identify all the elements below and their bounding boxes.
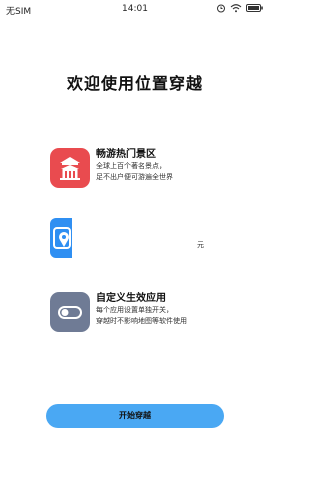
wifi-icon <box>230 3 242 16</box>
feature-custom-apps: 自定义生效应用 每个应用设置单独开关， 穿越时不影响地图等软件使用 <box>50 292 265 332</box>
page-title: 欢迎使用位置穿越 <box>66 74 203 93</box>
palace-icon <box>50 148 90 188</box>
location-pin-icon <box>50 218 72 258</box>
feature-desc-line: 足不出户便可游遍全世界 <box>96 173 173 181</box>
feature-location: 元 <box>50 218 265 258</box>
feature-title: 畅游热门景区 <box>96 149 156 160</box>
alarm-icon <box>216 3 226 16</box>
feature-title: 自定义生效应用 <box>96 293 166 304</box>
feature-desc-line: 全球上百个著名景点， <box>96 162 166 170</box>
feature-desc-line: 每个应用设置单独开关， <box>96 306 173 314</box>
feature-popular-sights: 畅游热门景区 全球上百个著名景点， 足不出户便可游遍全世界 <box>50 148 265 188</box>
feature-desc-line: 元 <box>197 241 204 249</box>
feature-desc-line: 穿越时不影响地图等软件使用 <box>96 317 187 325</box>
toggle-icon <box>50 292 90 332</box>
battery-icon <box>246 3 264 16</box>
start-button[interactable]: 开始穿越 <box>46 404 224 428</box>
status-bar: 无SIM 14:01 <box>0 0 270 20</box>
status-icons <box>216 3 264 16</box>
